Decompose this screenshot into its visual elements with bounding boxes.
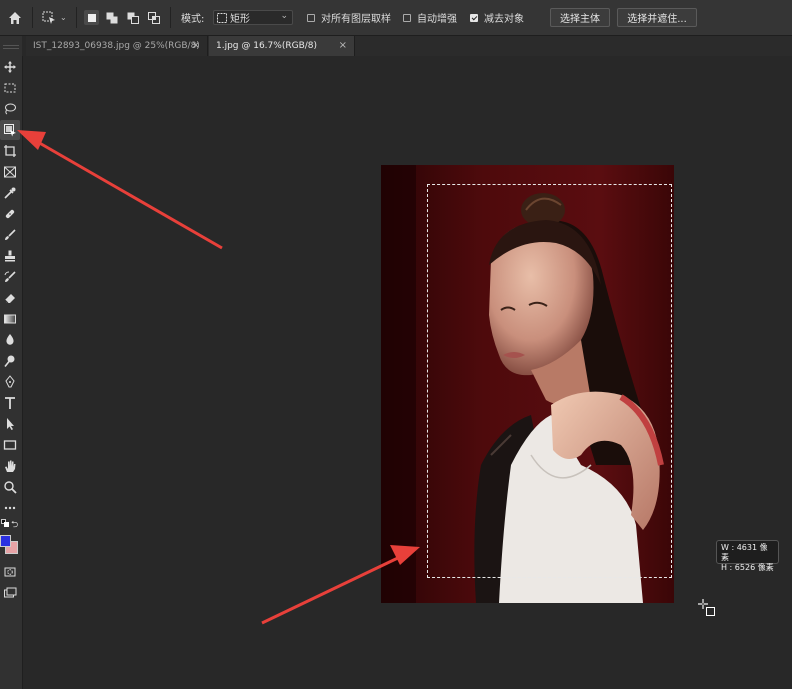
clone-stamp-icon (5, 250, 15, 262)
add-selection-icon (106, 12, 118, 23)
history-brush-tool[interactable] (0, 267, 20, 287)
zoom-tool[interactable] (0, 477, 20, 497)
crop-tool[interactable] (0, 141, 20, 161)
home-button[interactable] (8, 0, 22, 35)
eraser-tool[interactable] (0, 288, 20, 308)
rectangle-icon (3, 440, 17, 450)
selection-size-tooltip: W : 4631 像素 H : 6526 像素 (716, 540, 779, 572)
auto-enhance-label: 自动增强 (417, 14, 457, 25)
chevron-down-icon: ⌄ (280, 11, 288, 21)
eraser-icon (4, 294, 15, 304)
mode-select-value: 矩形 (230, 14, 250, 25)
frame-tool[interactable] (0, 162, 20, 182)
eyedropper-tool[interactable] (0, 183, 20, 203)
document-tab[interactable]: IST_12893_06938.jpg @ 25%(RGB/8) × (26, 36, 208, 56)
object-selection-icon (4, 124, 16, 137)
screen-mode-button[interactable] (0, 583, 20, 603)
brush-tool[interactable] (0, 225, 20, 245)
checkbox-icon (307, 13, 315, 22)
dodge-icon (4, 355, 15, 367)
subtract-from-selection-button[interactable] (127, 0, 139, 35)
intersect-selection-icon (148, 11, 160, 24)
brush-icon (5, 229, 16, 240)
tab-label: 1.jpg @ 16.7%(RGB/8) (216, 41, 318, 51)
select-subject-button[interactable]: 选择主体 (550, 8, 610, 27)
pen-icon (5, 375, 15, 388)
zoom-icon (4, 481, 17, 494)
move-tool[interactable] (0, 57, 20, 77)
rectangular-marquee-icon (4, 83, 16, 93)
auto-enhance-checkbox[interactable]: 自动增强 (403, 0, 457, 35)
mode-label: 模式: (181, 14, 205, 25)
quick-mask-icon (4, 567, 16, 577)
selection-marquee[interactable] (427, 184, 672, 578)
gradient-tool[interactable] (0, 309, 20, 329)
mode-select[interactable]: 矩形 ⌄ (213, 10, 293, 25)
healing-brush-icon (5, 209, 15, 219)
healing-brush-tool[interactable] (0, 204, 20, 224)
rectangle-mode-icon (217, 12, 227, 23)
new-selection-icon (87, 13, 96, 22)
options-bar: ⌄ 模式: 矩形 ⌄ 对所有图层取样 自动增强 减去对象 选择主体 选择并遮住.… (0, 0, 792, 36)
swap-colors-icon[interactable]: ⮌ (11, 517, 18, 533)
eyedropper-icon (4, 187, 16, 199)
object-selection-tool[interactable] (0, 120, 20, 140)
tools-panel: ⮌ (0, 56, 23, 689)
hand-tool[interactable] (0, 456, 20, 476)
foreground-color-swatch[interactable] (0, 535, 11, 547)
selection-height-readout: H : 6526 像素 (721, 563, 774, 572)
selection-width-readout: W : 4631 像素 (721, 543, 768, 562)
quick-mask-button[interactable] (0, 562, 20, 582)
default-colors-icon[interactable] (1, 519, 9, 527)
lasso-tool[interactable] (0, 99, 20, 119)
clone-stamp-tool[interactable] (0, 246, 20, 266)
history-brush-icon (4, 271, 16, 282)
checkbox-icon (403, 13, 411, 22)
document-tab-bar: IST_12893_06938.jpg @ 25%(RGB/8) × 1.jpg… (26, 36, 792, 56)
blur-icon (6, 334, 14, 345)
intersect-selection-button[interactable] (148, 0, 160, 35)
sample-all-layers-checkbox[interactable]: 对所有图层取样 (307, 0, 391, 35)
sample-all-layers-label: 对所有图层取样 (321, 14, 391, 25)
home-icon (9, 11, 21, 24)
screen-mode-icon (4, 587, 17, 598)
close-icon[interactable]: × (192, 40, 200, 51)
more-tools-button[interactable] (0, 498, 20, 518)
close-icon[interactable]: × (339, 40, 347, 51)
select-and-mask-button[interactable]: 选择并遮住... (617, 8, 697, 27)
crosshair-cursor-icon (698, 599, 715, 616)
subtract-object-checkbox[interactable]: 减去对象 (470, 0, 524, 35)
path-selection-tool[interactable] (0, 414, 20, 434)
object-selection-preset-icon (42, 11, 55, 24)
subtract-object-label: 减去对象 (484, 14, 524, 25)
more-tools-icon (4, 506, 16, 510)
subtract-selection-icon (127, 12, 139, 24)
lasso-icon (5, 103, 16, 115)
tab-label: IST_12893_06938.jpg @ 25%(RGB/8) (33, 41, 200, 51)
pen-tool[interactable] (0, 372, 20, 392)
type-tool[interactable] (0, 393, 20, 413)
gradient-icon (4, 314, 16, 324)
rectangle-tool[interactable] (0, 435, 20, 455)
frame-icon (4, 166, 16, 178)
move-tool-icon (4, 61, 16, 73)
tool-preset-picker[interactable]: ⌄ (42, 0, 67, 35)
crop-icon (4, 145, 16, 157)
path-selection-icon (7, 418, 14, 430)
checkbox-checked-icon (470, 13, 478, 22)
dodge-tool[interactable] (0, 351, 20, 371)
type-icon (5, 397, 15, 409)
new-selection-button[interactable] (84, 0, 99, 35)
toolbar-grip[interactable] (0, 36, 22, 56)
add-to-selection-button[interactable] (106, 0, 118, 35)
hand-icon (5, 460, 16, 472)
blur-tool[interactable] (0, 330, 20, 350)
rectangular-marquee-tool[interactable] (0, 78, 20, 98)
document-tab-active[interactable]: 1.jpg @ 16.7%(RGB/8) × (209, 36, 355, 56)
chevron-down-icon: ⌄ (60, 13, 67, 22)
